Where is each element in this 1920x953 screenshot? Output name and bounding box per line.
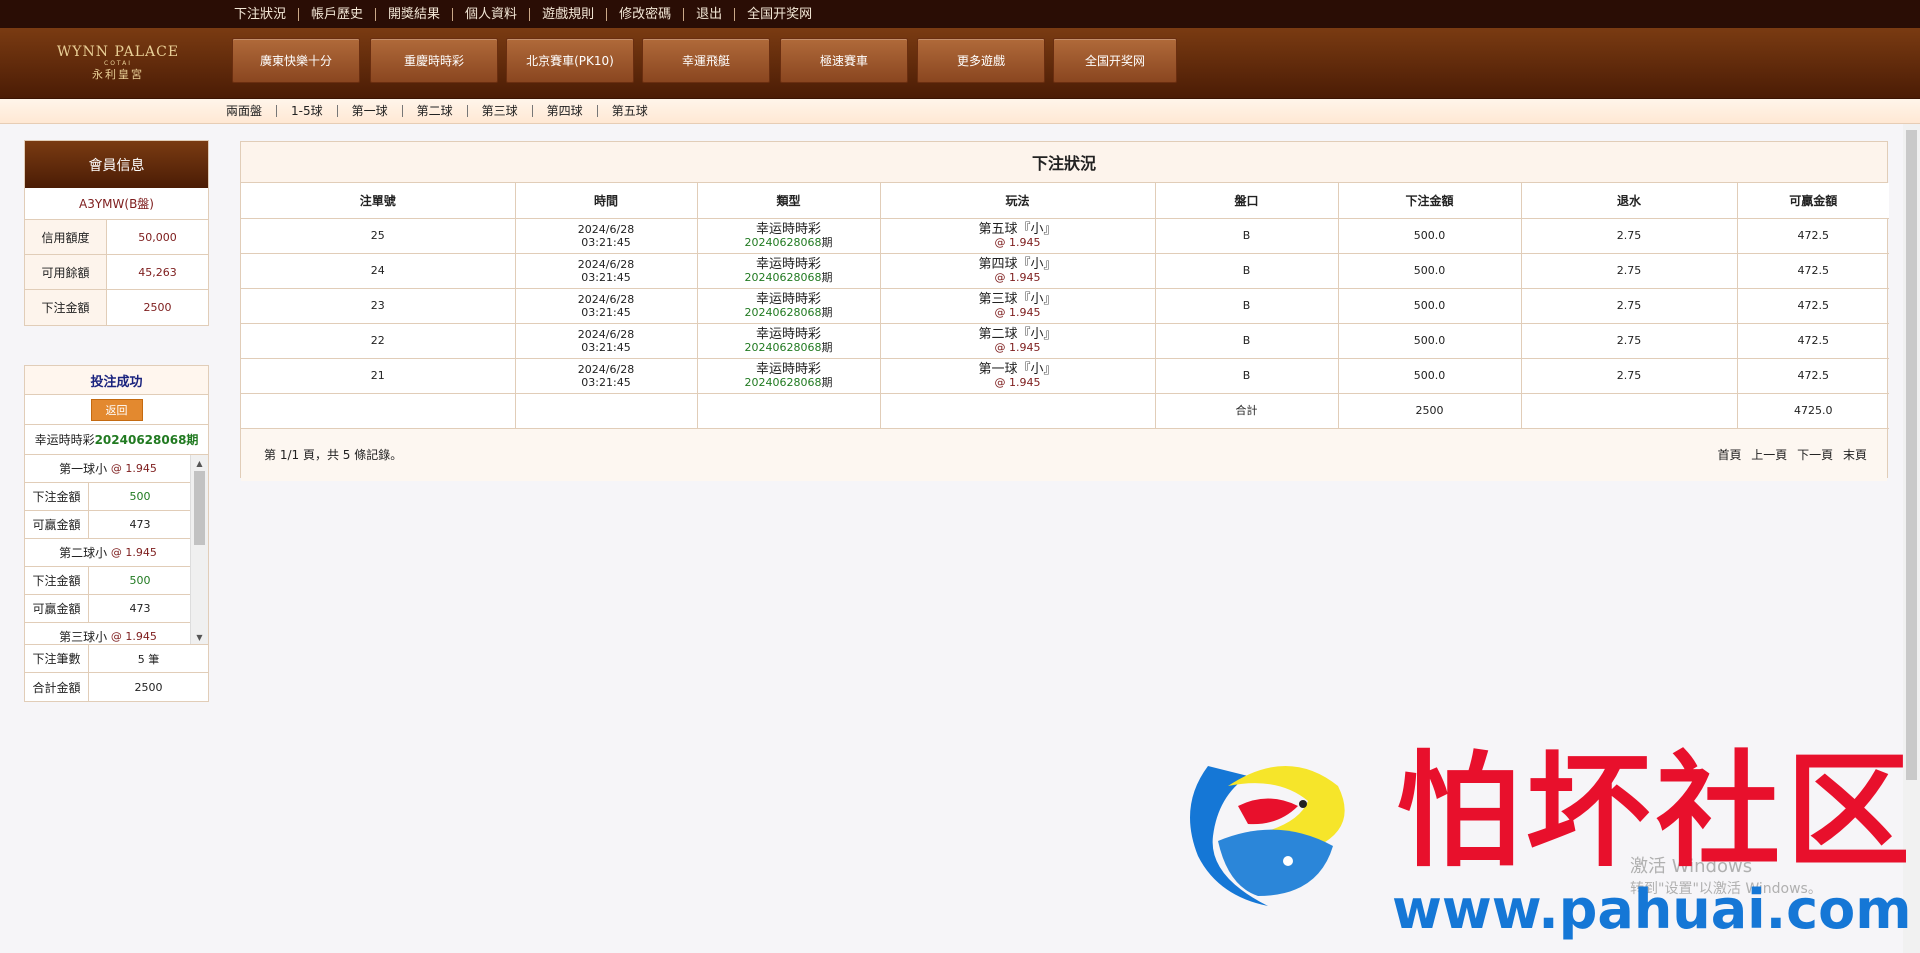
top-nav-bet-status[interactable]: 下注狀況 [222,7,300,21]
member-account: A3YMW(B盤) [25,188,208,220]
sub-nav-ball-4[interactable]: 第四球 [533,105,598,117]
top-nav-profile[interactable]: 個人資料 [453,7,531,21]
top-nav-game-rules[interactable]: 遊戲規則 [530,7,608,21]
credit-limit-row: 信用額度 50,000 [25,220,208,255]
bet-item-win-row: 可贏金額 473 [25,595,191,623]
table-row: 24 2024/6/28 03:21:45 幸运時時彩 20240628068期 第… [241,253,1889,289]
table-total-row: 合計 2500 4725.0 [241,393,1889,429]
bet-success-panel: 投注成功 返回 幸运時時彩 20240628068期 第一球小 @ 1.945 下… [24,365,209,702]
bet-total-row: 合計金額 2500 [25,673,208,701]
bet-amount-value: 2500 [143,301,172,314]
top-nav-logout[interactable]: 退出 [684,7,736,21]
bet-items-scrollbar[interactable]: ▲ ▼ [190,455,208,644]
fish-logo-icon [1190,766,1345,906]
scroll-up-arrow-icon[interactable]: ▲ [191,455,208,471]
back-button[interactable]: 返回 [90,398,143,421]
wynn-palace-logo: WYNN PALACE COTAI 永利皇宮 [56,44,180,81]
bet-issue: 幸运時時彩 20240628068期 [25,425,208,455]
page-scrollbar-thumb[interactable] [1906,130,1917,780]
bet-items-scroll-area[interactable]: 第一球小 @ 1.945 下注金額 500 可贏金額 473 第二球小 @ 1.… [25,455,208,645]
last-page-link[interactable]: 末頁 [1843,448,1867,462]
credit-limit-value: 50,000 [138,230,177,244]
watermark-url: www.pahuai.com [1392,878,1912,941]
pagination-info: 第 1/1 頁，共 5 條記錄。 [264,448,403,462]
top-nav-account-history[interactable]: 帳戶歷史 [299,7,377,21]
member-info-title: 會員信息 [25,141,208,188]
table-row: 25 2024/6/28 03:21:45 幸运時時彩 20240628068期 第… [241,218,1889,254]
bet-item-amount-row: 下注金額 500 [25,483,191,511]
col-header-amount: 下注金額 [1338,183,1522,219]
bet-count-value: 5 筆 [137,652,160,666]
game-button-chongqing[interactable]: 重慶時時彩 [370,38,498,83]
col-header-rebate: 退水 [1521,183,1738,219]
game-button-beijing-pk10[interactable]: 北京賽車(PK10) [506,38,634,83]
bet-item-title: 第三球小 @ 1.945 [25,623,191,644]
page-title: 下注狀況 [241,142,1887,183]
top-nav-draw-results[interactable]: 開獎結果 [376,7,454,21]
game-button-speed-racing[interactable]: 極速賽車 [780,38,908,83]
table-row: 23 2024/6/28 03:21:45 幸运時時彩 20240628068期 第… [241,288,1889,324]
sub-nav-ball-3[interactable]: 第三球 [468,105,533,117]
bet-item-title: 第一球小 @ 1.945 [25,455,191,483]
bet-status-panel: 下注狀況 注單號 時間 類型 玩法 盤口 下注金額 退水 可贏金額 25 202… [240,141,1889,481]
sub-nav-two-sides[interactable]: 兩面盤 [212,105,278,117]
game-button-more-games[interactable]: 更多遊戲 [917,38,1045,83]
bet-item-title: 第二球小 @ 1.945 [25,539,191,567]
col-header-type: 類型 [697,183,881,219]
game-button-national-lottery[interactable]: 全国开奖网 [1053,38,1177,83]
bet-success-title: 投注成功 [25,366,208,395]
scroll-down-arrow-icon[interactable]: ▼ [191,629,208,644]
bet-item-win-row: 可贏金額 473 [25,511,191,539]
watermark-text: 怕坏社区 [1396,740,1917,884]
bet-count-row: 下注筆數 5 筆 [25,645,208,673]
sub-nav-ball-5[interactable]: 第五球 [598,105,662,117]
total-label: 合計 [1155,393,1339,429]
col-header-win: 可贏金額 [1737,183,1889,219]
bet-amount-row: 下注金額 2500 [25,290,208,325]
watermark: 怕坏社区 www.pahuai.com [1160,740,1920,953]
first-page-link[interactable]: 首頁 [1717,448,1741,462]
table-header-row: 注單號 時間 類型 玩法 盤口 下注金額 退水 可贏金額 [241,183,1889,219]
game-button-guangdong[interactable]: 廣東快樂十分 [232,38,360,83]
col-header-bet-id: 注單號 [241,183,516,219]
col-header-time: 時間 [515,183,698,219]
member-info-panel: 會員信息 A3YMW(B盤) 信用額度 50,000 可用餘額 45,263 下… [24,140,209,326]
col-header-pan: 盤口 [1155,183,1339,219]
header: WYNN PALACE COTAI 永利皇宮 廣東快樂十分 重慶時時彩 北京賽車… [0,28,1920,99]
top-nav-national-lottery[interactable]: 全国开奖网 [735,8,824,21]
top-nav-change-password[interactable]: 修改密碼 [607,7,685,21]
total-amount: 2500 [1338,393,1522,429]
game-button-lucky-airship[interactable]: 幸運飛艇 [642,38,770,83]
sub-nav-ball-2[interactable]: 第二球 [403,105,468,117]
col-header-play: 玩法 [880,183,1156,219]
pagination: 第 1/1 頁，共 5 條記錄。 首頁 上一頁 下一頁 末頁 [241,428,1887,481]
total-win: 4725.0 [1737,393,1889,429]
top-nav-bar: 下注狀況 帳戶歷史 開獎結果 個人資料 遊戲規則 修改密碼 退出 全国开奖网 [0,0,1920,28]
bet-item-amount-row: 下注金額 500 [25,567,191,595]
sub-nav-balls-1-5[interactable]: 1-5球 [277,105,338,117]
bet-status-table: 注單號 時間 類型 玩法 盤口 下注金額 退水 可贏金額 25 2024/6/2… [241,183,1889,429]
prev-page-link[interactable]: 上一頁 [1751,448,1787,462]
sub-nav-ball-1[interactable]: 第一球 [338,105,403,117]
next-page-link[interactable]: 下一頁 [1797,448,1833,462]
table-row: 21 2024/6/28 03:21:45 幸运時時彩 20240628068期 第… [241,358,1889,394]
available-balance-value: 45,263 [138,265,177,279]
sub-nav-bar: 兩面盤 1-5球 第一球 第二球 第三球 第四球 第五球 [0,99,1920,124]
table-row: 22 2024/6/28 03:21:45 幸运時時彩 20240628068期 第… [241,323,1889,359]
bet-total-value: 2500 [134,680,163,694]
available-balance-row: 可用餘額 45,263 [25,255,208,290]
scrollbar-thumb[interactable] [194,471,205,545]
